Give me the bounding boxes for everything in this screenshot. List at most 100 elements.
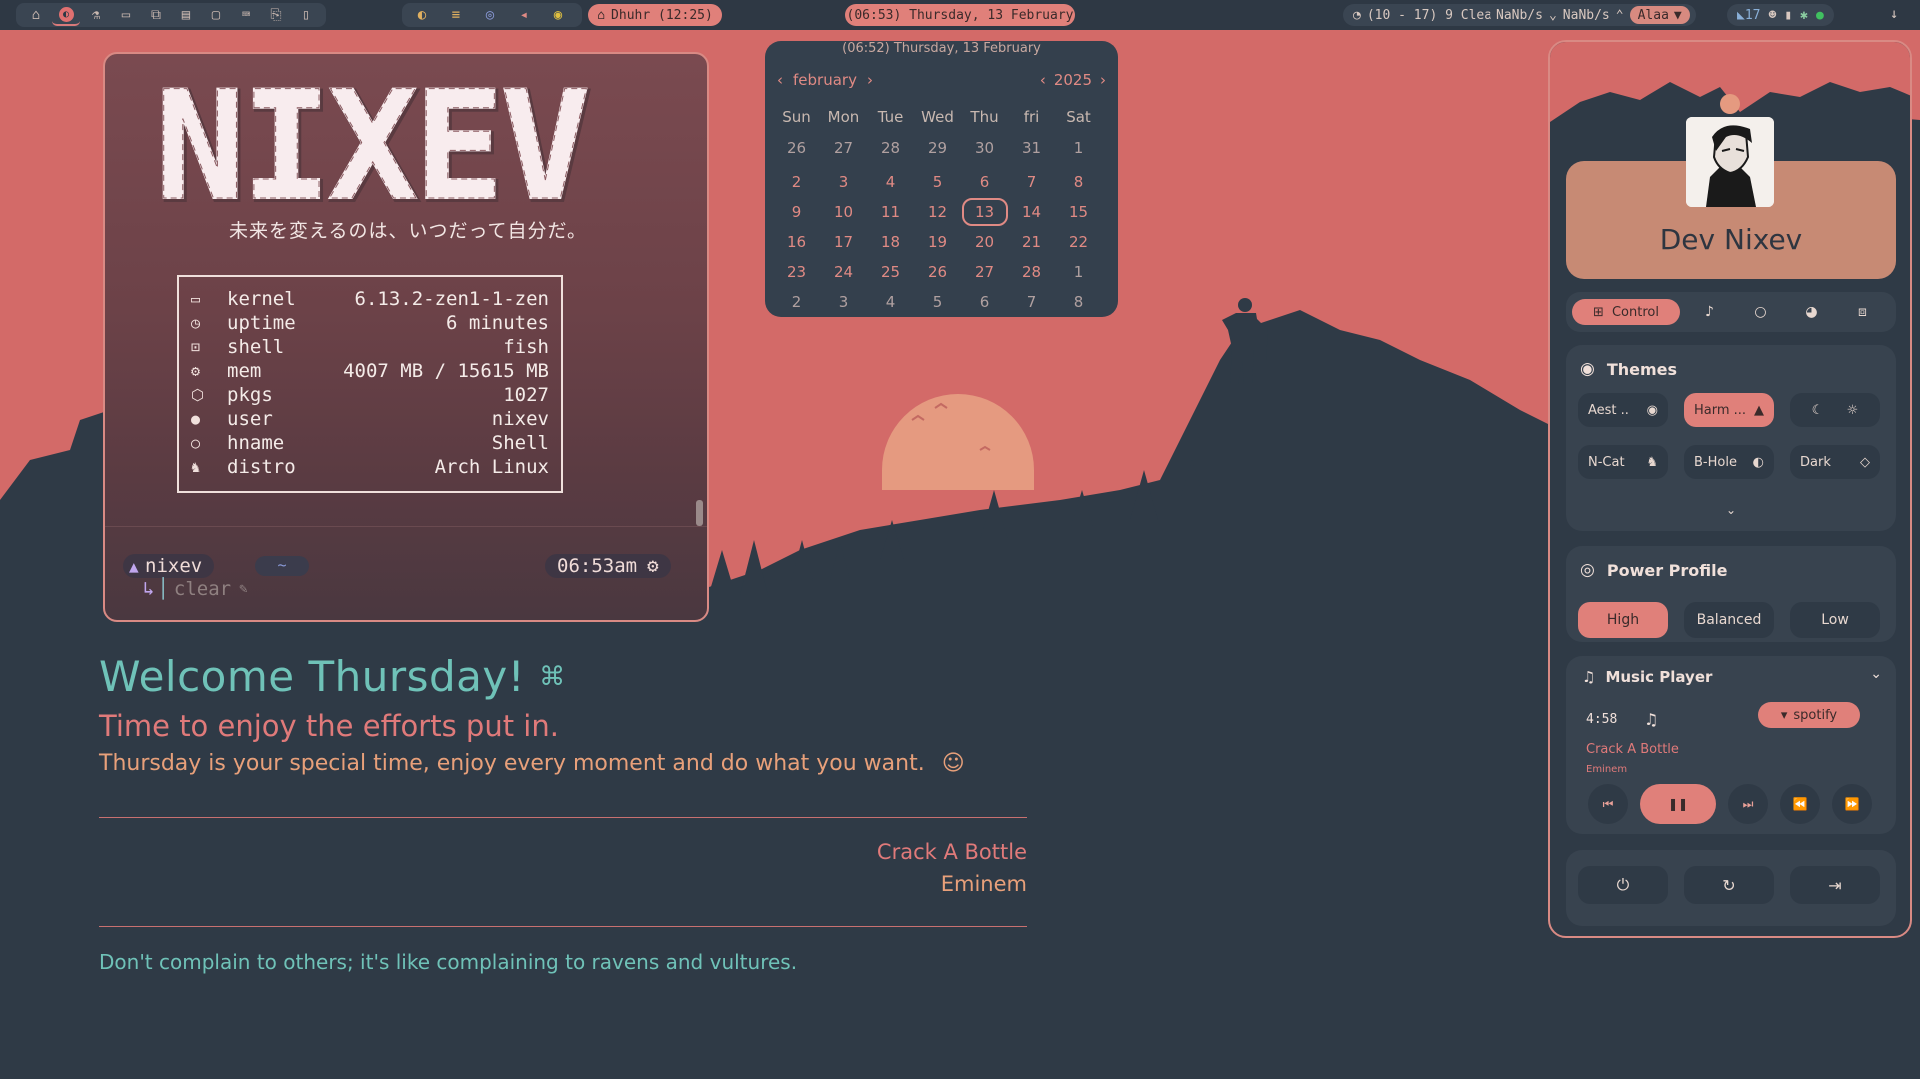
calendar-day[interactable]: 27 (961, 257, 1008, 287)
calendar-day[interactable]: 24 (820, 257, 867, 287)
calendar-day[interactable]: 5 (914, 167, 961, 197)
tab-notifications[interactable]: ♪ (1684, 299, 1735, 325)
terminal-window[interactable]: NIXEV NIXEV NIXEV 未来を変えるのは、いつだって自分だ。 ▭ ke… (103, 52, 709, 622)
notification-count[interactable]: ◣17 (1737, 8, 1760, 23)
volume-icon[interactable]: ◂ (510, 4, 538, 26)
calendar-day[interactable]: 28 (1008, 257, 1055, 287)
calendar-day[interactable]: 8 (1055, 287, 1102, 317)
wifi-pill[interactable]: Alaa ▼ (1629, 6, 1690, 24)
calendar-day[interactable]: 23 (773, 257, 820, 287)
theme-ncat-button[interactable]: N-Cat ♞ (1578, 445, 1668, 479)
calendar-day[interactable]: 7 (1008, 167, 1055, 197)
calendar-day[interactable]: 9 (773, 197, 820, 227)
calendar-day[interactable]: 26 (773, 139, 820, 161)
player-source-dropdown[interactable]: ▾ spotify (1758, 702, 1860, 728)
power-high-button[interactable]: High (1578, 602, 1668, 638)
fast-forward-button[interactable]: ⏩ (1832, 784, 1872, 824)
keyboard-layout-icon[interactable]: ≡ (442, 4, 470, 26)
calendar-day[interactable]: 27 (820, 139, 867, 161)
avatar[interactable] (1686, 117, 1774, 207)
mic-icon[interactable]: ◎ (476, 4, 504, 26)
pause-button[interactable]: ❚❚ (1640, 784, 1716, 824)
calendar-day[interactable]: 18 (867, 227, 914, 257)
calendar-day[interactable]: 26 (914, 257, 961, 287)
calendar-day[interactable]: 29 (914, 139, 961, 161)
prev-year-button[interactable]: ‹ (1040, 71, 1046, 89)
calendar-day[interactable]: 4 (867, 287, 914, 317)
bluetooth-icon[interactable]: ✱ (1800, 8, 1808, 23)
calendar-day[interactable]: 16 (773, 227, 820, 257)
tab-control[interactable]: ⊞ Control (1572, 299, 1680, 325)
calendar-day[interactable]: 2 (773, 167, 820, 197)
calendar-day[interactable]: 15 (1055, 197, 1102, 227)
reboot-button[interactable]: ↻ (1684, 866, 1774, 904)
calendar-day[interactable]: 1 (1055, 257, 1102, 287)
calendar-day[interactable]: 1 (1055, 139, 1102, 161)
calendar-day[interactable]: 3 (820, 287, 867, 317)
flask-icon[interactable]: ⚗ (82, 4, 110, 26)
calendar-day[interactable]: 12 (914, 197, 961, 227)
calendar-day[interactable]: 17 (820, 227, 867, 257)
prev-month-button[interactable]: ‹ (777, 71, 783, 89)
chat-icon[interactable]: ▤ (172, 4, 200, 26)
next-month-button[interactable]: › (867, 71, 873, 89)
folder-icon[interactable]: ▭ (112, 4, 140, 26)
chevron-down-icon[interactable]: ⌄ (1566, 503, 1896, 517)
calendar-day[interactable]: 30 (961, 139, 1008, 161)
brightness-icon[interactable]: ◐ (408, 4, 436, 26)
calendar-day[interactable]: 19 (914, 227, 961, 257)
calendar-day[interactable]: 8 (1055, 167, 1102, 197)
theme-harmony-button[interactable]: Harm ... ▲ (1684, 393, 1774, 427)
next-year-button[interactable]: › (1100, 71, 1106, 89)
theme-bhole-button[interactable]: B-Hole ◐ (1684, 445, 1774, 479)
home-icon[interactable]: ⌂ (22, 4, 50, 26)
calendar-day[interactable]: 7 (1008, 287, 1055, 317)
skip-next-button[interactable]: ⏭ (1728, 784, 1768, 824)
chevron-down-icon[interactable]: ⌄ (1870, 666, 1882, 682)
calendar-day[interactable]: 6 (961, 287, 1008, 317)
calendar-day[interactable]: 25 (867, 257, 914, 287)
calendar-day[interactable]: 4 (867, 167, 914, 197)
flashlight-icon[interactable]: ▯ (292, 4, 320, 26)
calendar-day[interactable]: 5 (914, 287, 961, 317)
rewind-button[interactable]: ⏪ (1780, 784, 1820, 824)
calendar-day[interactable]: 2 (773, 287, 820, 317)
calendar-day[interactable]: 10 (820, 197, 867, 227)
weather-pill[interactable]: ◔ (10 - 17) 9 Clear (1343, 4, 1510, 26)
calendar-day[interactable]: 11 (867, 197, 914, 227)
terminal-scrollbar[interactable] (696, 500, 703, 526)
command-line[interactable]: ↳ ▏clear ✎ (143, 578, 248, 600)
logout-button[interactable]: ⇥ (1790, 866, 1880, 904)
theme-aesthetic-button[interactable]: Aest .. ◉ (1578, 393, 1668, 427)
discord-icon[interactable]: ☻ (1768, 8, 1776, 23)
calendar-day[interactable]: 21 (1008, 227, 1055, 257)
tab-appearance[interactable]: ◕ (1786, 299, 1837, 325)
battery-icon[interactable]: ◉ (544, 4, 572, 26)
files-icon[interactable]: ⧉ (142, 4, 170, 26)
calendar-day[interactable]: 3 (820, 167, 867, 197)
power-off-button[interactable]: ⏻ (1578, 866, 1668, 904)
tab-network[interactable]: ⧈ (1837, 299, 1888, 325)
document-icon[interactable]: ⎘ (262, 4, 290, 26)
tab-circle[interactable]: ○ (1735, 299, 1786, 325)
night-mode-toggle[interactable]: ☾ ☼ (1790, 393, 1880, 427)
clock-pill[interactable]: (06:53) Thursday, 13 February (845, 4, 1075, 26)
power-balanced-button[interactable]: Balanced (1684, 602, 1774, 638)
calendar-day[interactable]: 28 (867, 139, 914, 161)
calendar-day[interactable]: 20 (961, 227, 1008, 257)
signal-icon[interactable]: ▮ (1784, 8, 1792, 23)
skip-previous-button[interactable]: ⏮ (1588, 784, 1628, 824)
keyboard-icon[interactable]: ⌨ (232, 4, 260, 26)
theme-dark-button[interactable]: Dark ◇ (1790, 445, 1880, 479)
tray-expand-icon[interactable]: ↓ (1890, 6, 1898, 22)
folder-open-icon[interactable]: ▢ (202, 4, 230, 26)
prayer-time-pill[interactable]: ⌂ Dhuhr (12:25) (588, 4, 722, 26)
calendar-day[interactable]: 14 (1008, 197, 1055, 227)
calendar-day-today[interactable]: 13 (961, 197, 1008, 227)
power-low-button[interactable]: Low (1790, 602, 1880, 638)
network-pill[interactable]: NaNb/s ⌄ NaNb/s ⌃ Alaa ▼ (1490, 4, 1696, 26)
calendar-day[interactable]: 22 (1055, 227, 1102, 257)
calendar-day[interactable]: 31 (1008, 139, 1055, 161)
calendar-day[interactable]: 6 (961, 167, 1008, 197)
spotify-icon[interactable]: ● (1816, 8, 1824, 23)
